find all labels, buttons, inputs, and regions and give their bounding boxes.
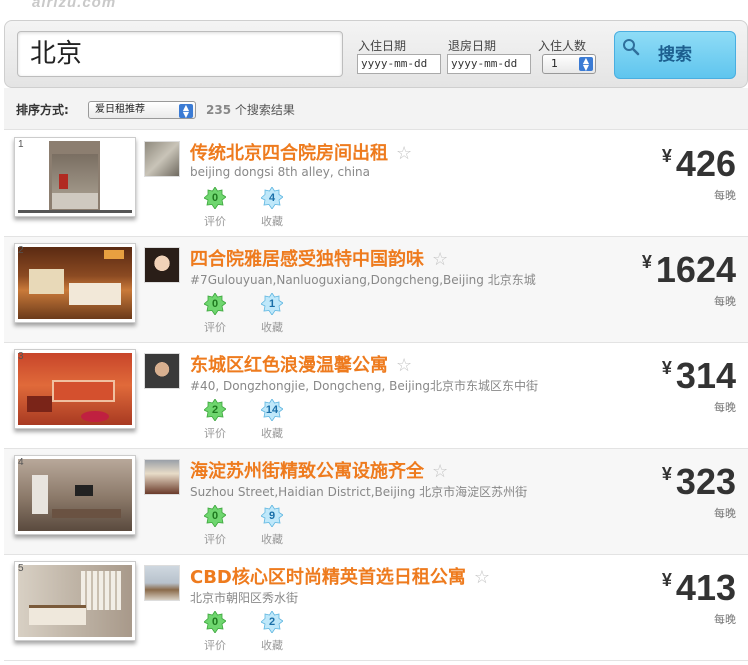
listing-title[interactable]: 传统北京四合院房间出租 ☆ xyxy=(190,139,412,165)
listing-price: ¥413 xyxy=(661,567,736,608)
listing-title[interactable]: CBD核心区时尚精英首选日租公寓 ☆ xyxy=(190,563,490,589)
listing-thumbnail[interactable]: 4 xyxy=(14,455,136,535)
price-unit: 每晚 xyxy=(714,507,736,520)
host-avatar[interactable] xyxy=(144,247,180,283)
currency-symbol: ¥ xyxy=(661,464,672,484)
price-unit: 每晚 xyxy=(714,613,736,626)
result-count-number: 235 xyxy=(206,103,232,117)
checkin-date-input[interactable]: yyyy-mm-dd xyxy=(357,54,441,74)
review-count-badge[interactable]: 0 xyxy=(204,611,226,633)
price-unit: 每晚 xyxy=(714,401,736,414)
currency-symbol: ¥ xyxy=(661,570,672,590)
currency-symbol: ¥ xyxy=(641,252,652,272)
listing-item[interactable]: 1 传统北京四合院房间出租 ☆ beijing dongsi 8th alley,… xyxy=(4,131,748,237)
favorite-count-badge[interactable]: 9 xyxy=(261,505,283,527)
city-search-input[interactable]: 北京 xyxy=(17,31,343,77)
review-count-badge[interactable]: 2 xyxy=(204,399,226,421)
favorite-count-badge[interactable]: 1 xyxy=(261,293,283,315)
currency-symbol: ¥ xyxy=(661,146,672,166)
guests-select[interactable]: 1 ▲ ▼ xyxy=(542,54,596,74)
listing-address: Suzhou Street,Haidian District,Beijing 北… xyxy=(190,485,528,499)
host-avatar[interactable] xyxy=(144,353,180,389)
listing-price: ¥323 xyxy=(661,461,736,502)
listing-address: beijing dongsi 8th alley, china xyxy=(190,165,371,179)
reviews-label: 评价 xyxy=(204,321,226,334)
host-avatar[interactable] xyxy=(144,459,180,495)
listing-item[interactable]: 2 四合院雅居感受独特中国韵味 ☆ #7Gulouyuan,Nanluoguxia… xyxy=(4,237,748,343)
review-count-badge[interactable]: 0 xyxy=(204,293,226,315)
guests-value: 1 xyxy=(551,57,558,70)
search-button-label: 搜索 xyxy=(658,45,692,65)
listing-thumbnail[interactable]: 2 xyxy=(14,243,136,323)
favorite-star-icon[interactable]: ☆ xyxy=(474,567,490,588)
listing-thumbnail[interactable]: 1 xyxy=(14,137,136,217)
checkout-label: 退房日期 xyxy=(448,39,497,53)
favorite-count-badge[interactable]: 4 xyxy=(261,187,283,209)
listing-title[interactable]: 东城区红色浪漫温馨公寓 ☆ xyxy=(190,351,412,377)
favorites-label: 收藏 xyxy=(261,427,283,440)
result-count-suffix: 个搜索结果 xyxy=(234,103,295,117)
search-button[interactable]: 搜索 xyxy=(614,31,736,79)
listing-item[interactable]: 4 海淀苏州街精致公寓设施齐全 ☆ Suzhou Street,Haidian D… xyxy=(4,449,748,555)
sort-selected-value: 爱日租推荐 xyxy=(95,104,145,115)
favorite-star-icon[interactable]: ☆ xyxy=(396,143,412,164)
favorite-count-badge[interactable]: 14 xyxy=(261,399,283,421)
listing-address: #7Gulouyuan,Nanluoguxiang,Dongcheng,Beij… xyxy=(190,273,536,287)
listing-price: ¥314 xyxy=(661,355,736,396)
listing-index: 3 xyxy=(18,351,24,362)
sort-select[interactable]: 爱日租推荐 ▲ ▼ xyxy=(88,101,196,119)
listing-item[interactable]: 3 东城区红色浪漫温馨公寓 ☆ #40, Dongzhongjie, Dongch… xyxy=(4,343,748,449)
search-icon xyxy=(623,39,640,56)
review-count-badge[interactable]: 0 xyxy=(204,187,226,209)
reviews-label: 评价 xyxy=(204,215,226,228)
reviews-label: 评价 xyxy=(204,639,226,652)
host-avatar[interactable] xyxy=(144,141,180,177)
listing-title[interactable]: 海淀苏州街精致公寓设施齐全 ☆ xyxy=(190,457,448,483)
listing-address: 北京市朝阳区秀水街 xyxy=(190,591,299,605)
search-bar: 北京 入住日期 退房日期 入住人数 yyyy-mm-dd yyyy-mm-dd … xyxy=(4,20,748,88)
result-count: 235 个搜索结果 xyxy=(206,101,295,118)
reviews-label: 评价 xyxy=(204,427,226,440)
select-arrows-icon: ▲ ▼ xyxy=(579,57,593,72)
favorites-label: 收藏 xyxy=(261,639,283,652)
checkin-label: 入住日期 xyxy=(358,39,407,53)
favorite-count-badge[interactable]: 2 xyxy=(261,611,283,633)
listing-index: 2 xyxy=(18,245,24,256)
listing-thumbnail[interactable]: 5 xyxy=(14,561,136,641)
listing-price: ¥1624 xyxy=(641,249,736,290)
listing-thumbnail[interactable]: 3 xyxy=(14,349,136,429)
select-arrows-icon: ▲ ▼ xyxy=(179,104,193,119)
favorite-star-icon[interactable]: ☆ xyxy=(432,249,448,270)
listing-index: 5 xyxy=(18,563,24,574)
price-unit: 每晚 xyxy=(714,295,736,308)
price-unit: 每晚 xyxy=(714,189,736,202)
listing-price: ¥426 xyxy=(661,143,736,184)
sort-label: 排序方式: xyxy=(16,103,69,117)
checkout-date-input[interactable]: yyyy-mm-dd xyxy=(447,54,531,74)
favorite-star-icon[interactable]: ☆ xyxy=(396,355,412,376)
listing-item[interactable]: 5 CBD核心区时尚精英首选日租公寓 ☆ 北京市朝阳区秀水街 0 2 评价 收藏 … xyxy=(4,555,748,661)
listing-address: #40, Dongzhongjie, Dongcheng, Beijing北京市… xyxy=(190,379,538,393)
favorite-star-icon[interactable]: ☆ xyxy=(432,461,448,482)
currency-symbol: ¥ xyxy=(661,358,672,378)
review-count-badge[interactable]: 0 xyxy=(204,505,226,527)
listing-index: 4 xyxy=(18,457,24,468)
favorites-label: 收藏 xyxy=(261,533,283,546)
guests-label: 入住人数 xyxy=(538,39,587,53)
site-logo[interactable]: airizu.com xyxy=(32,0,116,11)
host-avatar[interactable] xyxy=(144,565,180,601)
sort-bar: 排序方式: 爱日租推荐 ▲ ▼ 235 个搜索结果 xyxy=(4,88,748,130)
reviews-label: 评价 xyxy=(204,533,226,546)
listing-title[interactable]: 四合院雅居感受独特中国韵味 ☆ xyxy=(190,245,448,271)
favorites-label: 收藏 xyxy=(261,321,283,334)
favorites-label: 收藏 xyxy=(261,215,283,228)
listing-index: 1 xyxy=(18,139,24,150)
